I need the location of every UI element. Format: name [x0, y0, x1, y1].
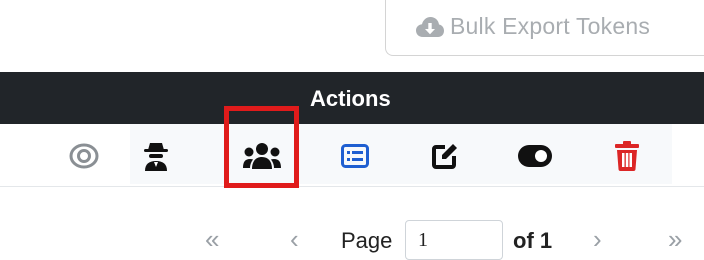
page-number-input[interactable]	[405, 220, 503, 260]
previous-page-button[interactable]: ‹	[290, 226, 299, 252]
last-page-button[interactable]: »	[668, 226, 682, 252]
highlight-box	[224, 106, 299, 188]
table-header: Actions	[0, 72, 704, 124]
list-details-icon	[341, 144, 369, 168]
actions-column-header: Actions	[310, 86, 391, 111]
next-page-button[interactable]: ›	[593, 226, 602, 252]
page-count-label: of 1	[513, 228, 553, 253]
delete-button[interactable]	[607, 136, 647, 176]
toggle-icon	[518, 145, 552, 167]
first-page-button[interactable]: «	[205, 226, 219, 252]
details-button[interactable]	[335, 136, 375, 176]
view-icon	[69, 143, 99, 169]
bulk-export-tokens-button[interactable]: Bulk Export Tokens	[385, 0, 704, 56]
page-label: Page	[341, 228, 393, 253]
bulk-export-tokens-label: Bulk Export Tokens	[450, 13, 651, 39]
trash-icon	[615, 141, 639, 171]
row-divider	[0, 186, 704, 187]
pagination: « ‹ Page of 1 › »	[0, 218, 704, 260]
view-button[interactable]	[64, 136, 104, 176]
cloud-download-icon	[416, 17, 444, 39]
impersonate-button[interactable]	[136, 136, 176, 176]
toggle-status-button[interactable]	[515, 136, 555, 176]
edit-button[interactable]	[425, 136, 465, 176]
edit-icon	[431, 142, 459, 170]
impersonate-spy-icon	[144, 141, 168, 171]
table-row	[130, 124, 672, 184]
